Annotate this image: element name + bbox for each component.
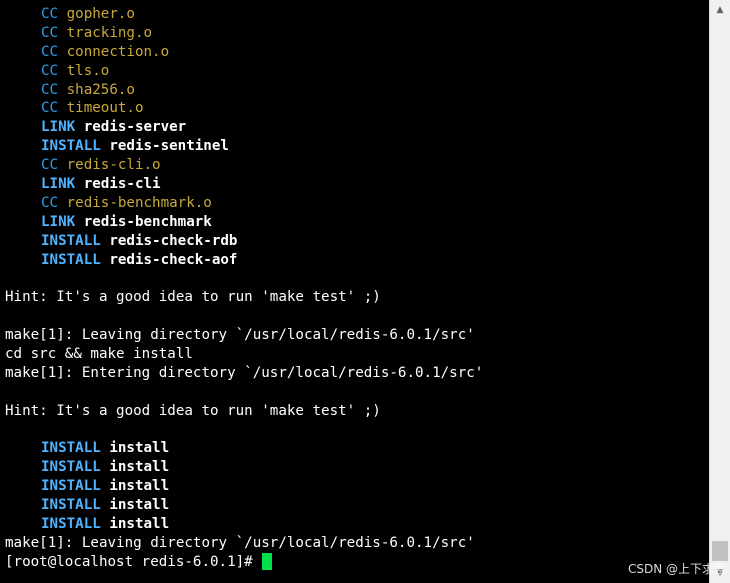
build-line: CC tls.o [5, 62, 483, 81]
leaving-directory-line: make[1]: Leaving directory `/usr/local/r… [5, 327, 475, 344]
build-line: CC timeout.o [5, 99, 483, 118]
hint-line: Hint: It's a good idea to run 'make test… [5, 289, 381, 306]
build-target: install [109, 459, 170, 476]
build-command: LINK [41, 213, 76, 230]
install-line: INSTALL install [5, 458, 483, 477]
text-cursor [262, 553, 273, 571]
install-output: INSTALL install INSTALL install INSTALL in… [5, 439, 483, 533]
build-command: CC [41, 157, 59, 174]
scroll-up-arrow-icon[interactable]: ▲ [710, 0, 730, 20]
build-target: timeout.o [66, 100, 144, 117]
build-target: install [109, 478, 170, 495]
terminal-output: CC gopher.o CC tracking.o CC connection.o C… [5, 5, 483, 572]
build-target: tls.o [66, 62, 110, 79]
build-line: LINK redis-cli [5, 175, 483, 194]
build-target: redis-benchmark [83, 213, 212, 230]
build-target: connection.o [66, 43, 170, 60]
build-target: install [109, 440, 170, 457]
install-line: INSTALL install [5, 515, 483, 534]
terminal-window[interactable]: CC gopher.o CC tracking.o CC connection.o C… [0, 0, 709, 583]
shell-prompt-line[interactable]: [root@localhost redis-6.0.1]# [5, 553, 483, 572]
build-command: INSTALL [41, 497, 101, 514]
shell-prompt: [root@localhost redis-6.0.1]# [5, 553, 262, 570]
build-line: INSTALL redis-check-rdb [5, 232, 483, 251]
build-line: INSTALL redis-sentinel [5, 137, 483, 156]
scrollbar-thumb[interactable] [712, 541, 728, 561]
build-command: INSTALL [41, 138, 101, 155]
build-command: LINK [41, 119, 76, 136]
build-target: gopher.o [66, 6, 135, 22]
build-line: CC redis-cli.o [5, 156, 483, 175]
vertical-scrollbar[interactable]: ▲ ▼ [709, 0, 730, 583]
entering-directory-line: make[1]: Entering directory `/usr/local/… [5, 364, 484, 381]
build-target: redis-check-aof [109, 251, 238, 268]
build-command: CC [41, 43, 59, 60]
install-line: INSTALL install [5, 439, 483, 458]
leaving-directory-line: make[1]: Leaving directory `/usr/local/r… [5, 534, 475, 551]
install-line: INSTALL install [5, 496, 483, 515]
build-output: CC gopher.o CC tracking.o CC connection.o C… [5, 5, 483, 269]
build-target: redis-cli.o [66, 157, 161, 174]
build-target: redis-check-rdb [109, 232, 238, 249]
build-command: CC [41, 24, 59, 41]
build-line: INSTALL redis-check-aof [5, 251, 483, 270]
build-command: CC [41, 6, 59, 22]
build-line: CC connection.o [5, 43, 483, 62]
build-command: INSTALL [41, 232, 101, 249]
build-target: tracking.o [66, 24, 153, 41]
build-command: CC [41, 194, 59, 211]
build-line: CC gopher.o [5, 5, 483, 24]
build-target: install [109, 497, 170, 514]
build-target: redis-cli [83, 176, 161, 193]
build-target: sha256.o [66, 81, 135, 98]
build-line: CC tracking.o [5, 24, 483, 43]
build-command: CC [41, 100, 59, 117]
build-command: CC [41, 81, 59, 98]
build-line: CC redis-benchmark.o [5, 194, 483, 213]
build-target: redis-server [83, 119, 187, 136]
build-line: LINK redis-benchmark [5, 213, 483, 232]
build-command: INSTALL [41, 516, 101, 533]
hint-line: Hint: It's a good idea to run 'make test… [5, 402, 381, 419]
build-command: INSTALL [41, 251, 101, 268]
build-command: CC [41, 62, 59, 79]
build-command: LINK [41, 176, 76, 193]
csdn-watermark: CSDN @上下求索 [627, 562, 726, 576]
build-line: CC sha256.o [5, 81, 483, 100]
build-line: LINK redis-server [5, 118, 483, 137]
build-target: redis-sentinel [109, 138, 229, 155]
build-command: INSTALL [41, 440, 101, 457]
install-line: INSTALL install [5, 477, 483, 496]
build-target: redis-benchmark.o [66, 194, 212, 211]
build-command: INSTALL [41, 459, 101, 476]
build-command: INSTALL [41, 478, 101, 495]
command-line: cd src && make install [5, 346, 193, 363]
build-target: install [109, 516, 170, 533]
